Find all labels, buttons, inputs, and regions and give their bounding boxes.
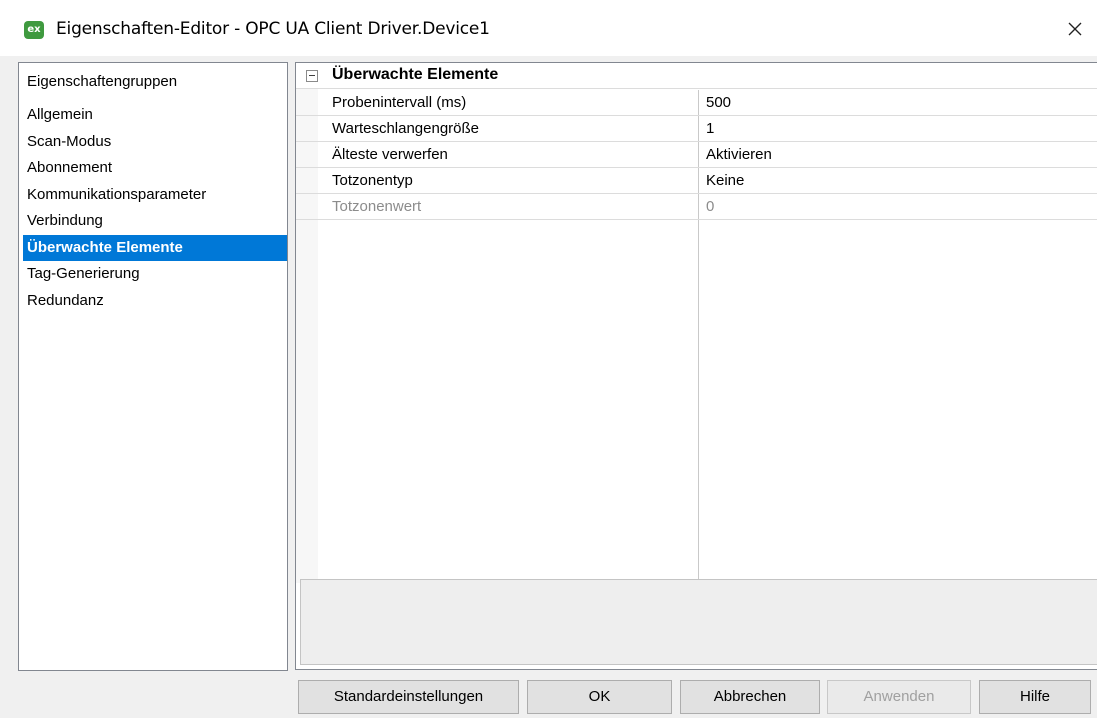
property-row-probenintervall[interactable]: Probenintervall (ms) 500 <box>296 90 1097 116</box>
property-category-label: Überwachte Elemente <box>332 66 499 83</box>
property-row-aelteste-verwerfen[interactable]: Älteste verwerfen Aktivieren <box>296 142 1097 168</box>
cancel-button[interactable]: Abbrechen <box>680 680 820 714</box>
property-name: Probenintervall (ms) <box>332 94 467 111</box>
apply-button: Anwenden <box>827 680 971 714</box>
property-value[interactable]: Keine <box>706 172 744 189</box>
window-title: Eigenschaften-Editor - OPC UA Client Dri… <box>56 19 490 39</box>
property-rows: Probenintervall (ms) 500 Warteschlangeng… <box>296 90 1097 220</box>
group-item-kommunikationsparameter[interactable]: Kommunikationsparameter <box>19 182 287 209</box>
property-value[interactable]: 500 <box>706 94 731 111</box>
property-value: 0 <box>706 198 715 215</box>
close-icon <box>1068 22 1082 36</box>
close-button[interactable] <box>1060 14 1090 44</box>
property-row-totzonentyp[interactable]: Totzonentyp Keine <box>296 168 1097 194</box>
property-category-row[interactable]: Überwachte Elemente <box>296 63 1097 89</box>
property-name: Totzonenwert <box>332 198 422 215</box>
property-groups-list: Allgemein Scan-Modus Abonnement Kommunik… <box>19 102 287 314</box>
group-item-allgemein[interactable]: Allgemein <box>19 102 287 129</box>
property-row-totzonenwert: Totzonenwert 0 <box>296 194 1097 220</box>
defaults-button[interactable]: Standardeinstellungen <box>298 680 519 714</box>
property-groups-header: Eigenschaftengruppen <box>27 73 178 90</box>
property-groups-panel: Eigenschaftengruppen Allgemein Scan-Modu… <box>18 62 288 671</box>
group-item-abonnement[interactable]: Abonnement <box>19 155 287 182</box>
group-item-verbindung[interactable]: Verbindung <box>19 208 287 235</box>
group-item-scan-modus[interactable]: Scan-Modus <box>19 129 287 156</box>
group-item-redundanz[interactable]: Redundanz <box>19 288 287 315</box>
property-name: Totzonentyp <box>332 172 413 189</box>
help-button[interactable]: Hilfe <box>979 680 1091 714</box>
property-description-panel <box>300 579 1097 665</box>
ok-button[interactable]: OK <box>527 680 672 714</box>
group-item-ueberwachte-elemente[interactable]: Überwachte Elemente <box>23 234 287 261</box>
app-logo-icon: ex <box>24 21 44 39</box>
property-row-warteschlangengroesse[interactable]: Warteschlangengröße 1 <box>296 116 1097 142</box>
group-item-tag-generierung[interactable]: Tag-Generierung <box>19 261 287 288</box>
property-value[interactable]: 1 <box>706 120 714 137</box>
property-value[interactable]: Aktivieren <box>706 146 772 163</box>
property-grid: Überwachte Elemente Probenintervall (ms)… <box>295 62 1097 670</box>
property-name: Älteste verwerfen <box>332 146 448 163</box>
collapse-icon[interactable] <box>306 70 318 82</box>
title-bar: ex Eigenschaften-Editor - OPC UA Client … <box>0 0 1097 56</box>
property-name: Warteschlangengröße <box>332 120 480 137</box>
